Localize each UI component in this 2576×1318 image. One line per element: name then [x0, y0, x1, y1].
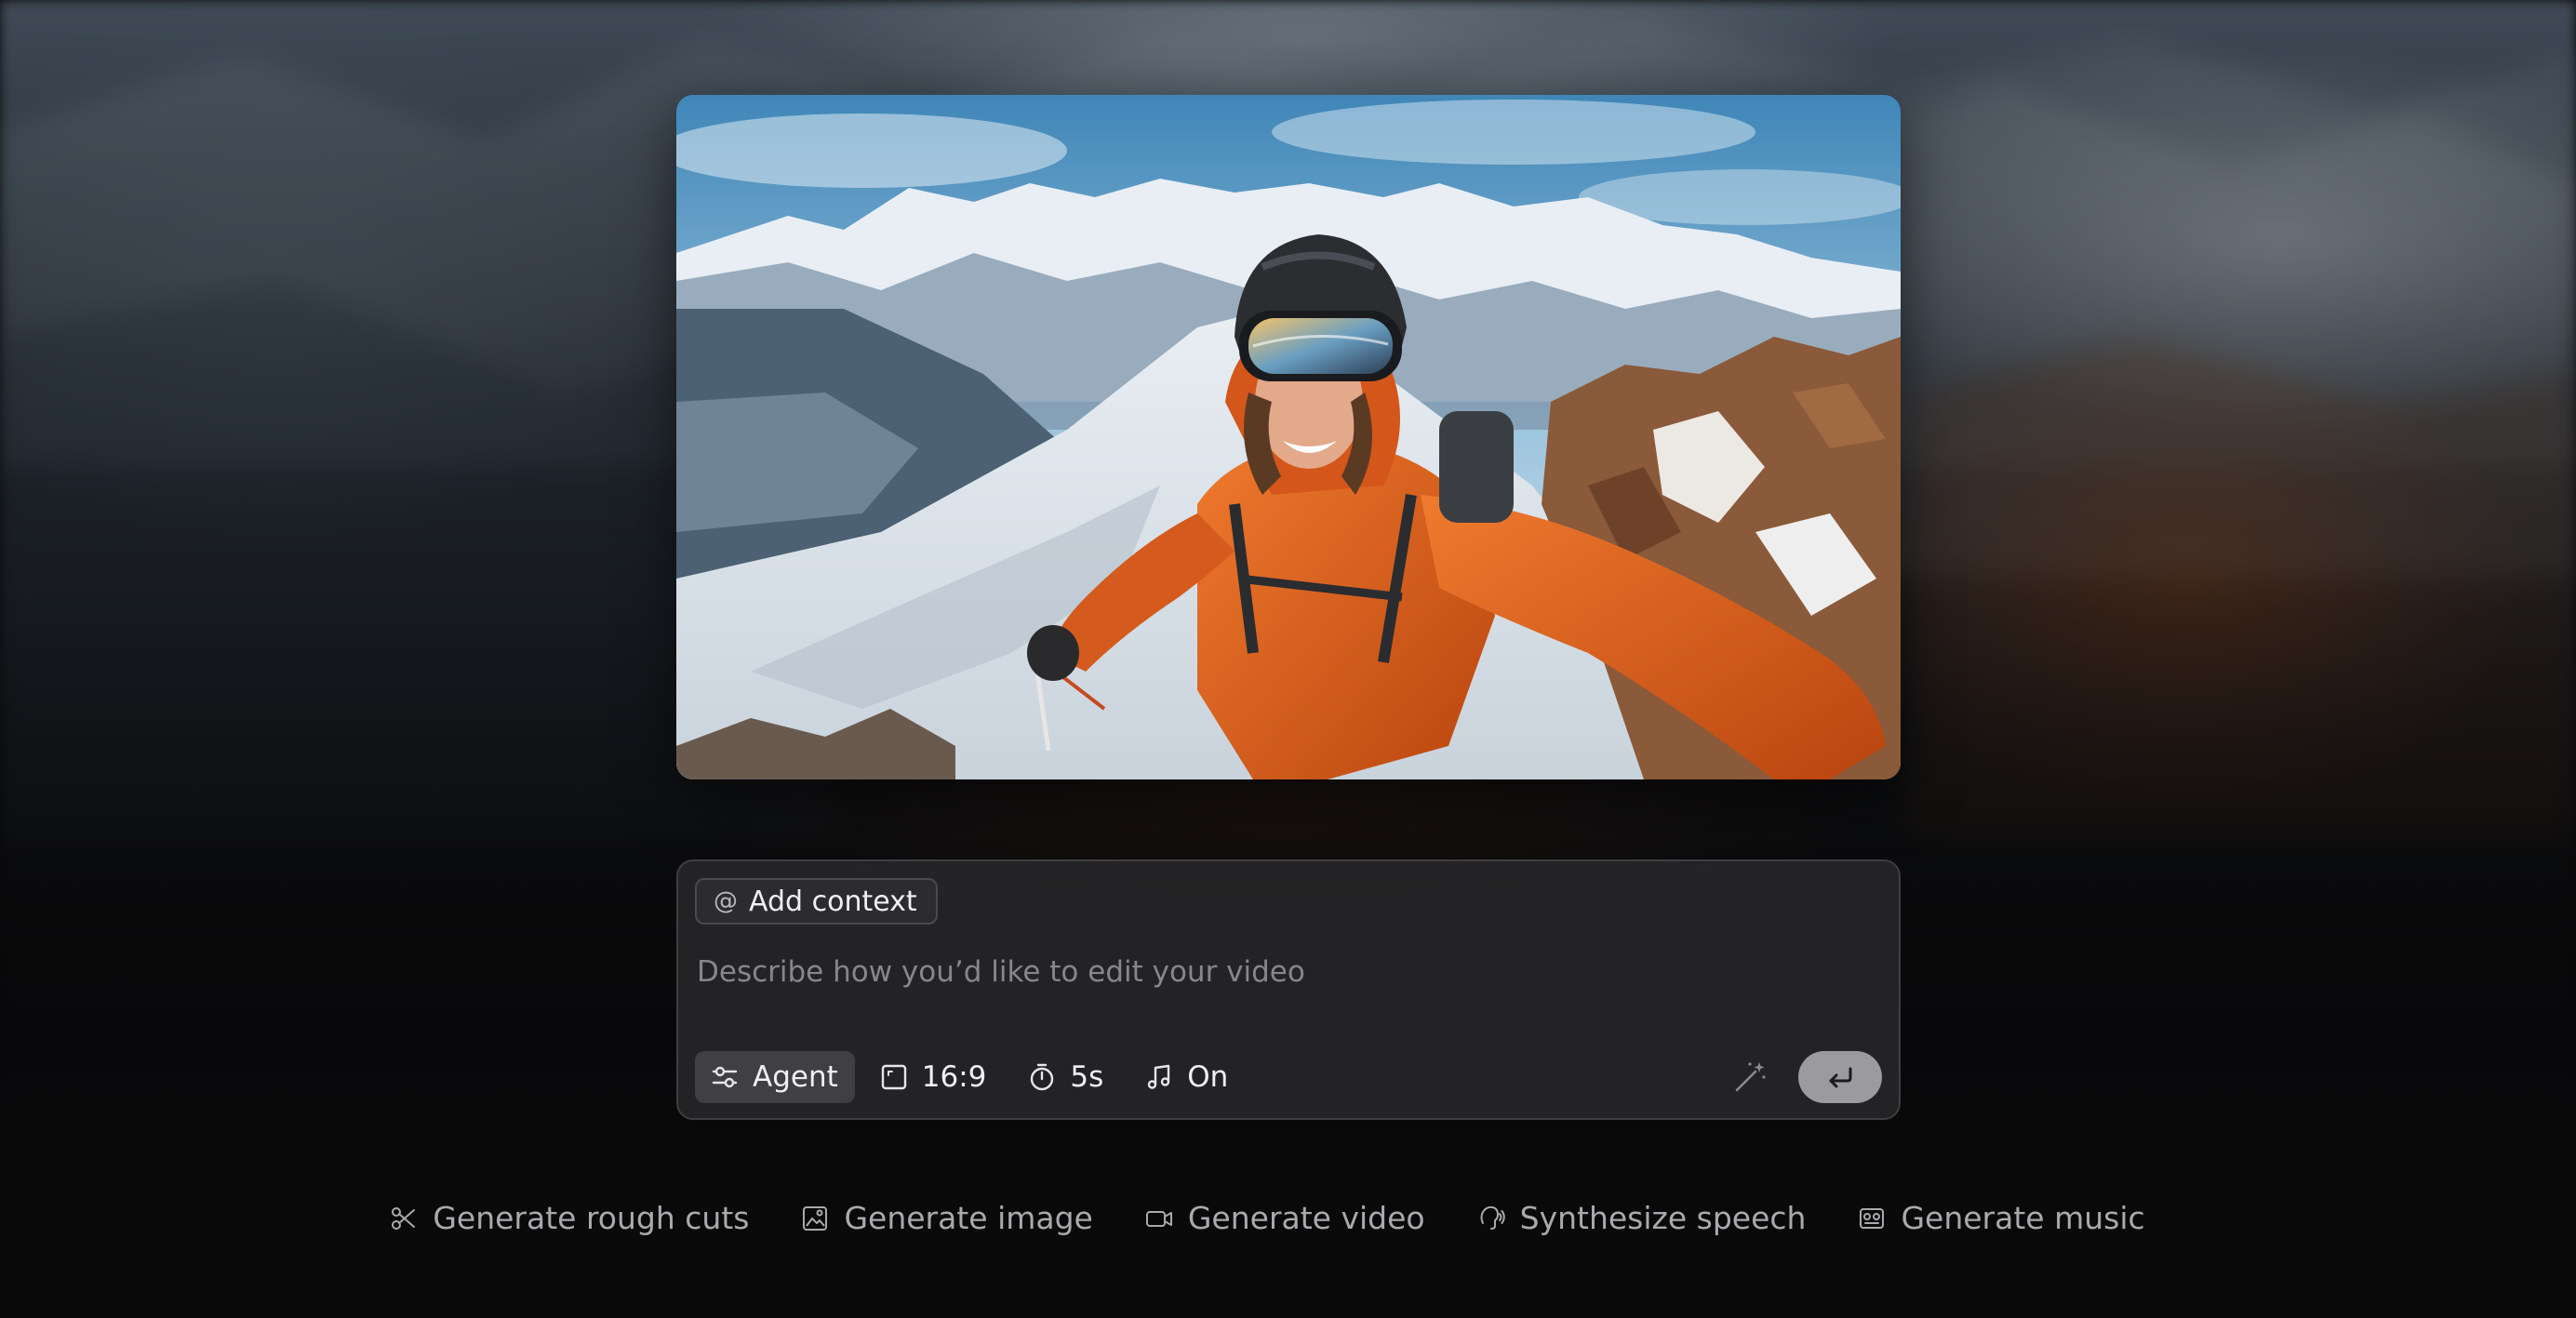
submit-button[interactable] — [1798, 1051, 1882, 1103]
suggestion-label: Synthesize speech — [1519, 1200, 1807, 1236]
aspect-ratio-icon — [881, 1064, 906, 1090]
enter-arrow-icon — [1829, 1067, 1852, 1088]
aspect-ratio-button[interactable]: 16:9 — [864, 1051, 1004, 1103]
at-icon: @ — [714, 887, 738, 915]
agent-mode-button[interactable]: Agent — [695, 1051, 855, 1103]
sliders-icon — [712, 1066, 738, 1088]
suggestion-label: Generate video — [1187, 1200, 1425, 1236]
suggestion-generate-rough-cuts[interactable]: Generate rough cuts — [390, 1200, 749, 1236]
suggestion-generate-video[interactable]: Generate video — [1145, 1200, 1425, 1236]
suggestion-generate-music[interactable]: Generate music — [1858, 1200, 2145, 1236]
add-context-label: Add context — [749, 885, 917, 918]
suggestion-generate-image[interactable]: Generate image — [801, 1200, 1093, 1236]
scissors-icon — [392, 1206, 416, 1230]
suggestion-label: Generate rough cuts — [433, 1200, 750, 1236]
suggestion-bar: Generate rough cuts Generate image Gener… — [0, 1200, 2556, 1236]
video-camera-icon — [1145, 1210, 1172, 1227]
audio-toggle-label: On — [1187, 1060, 1229, 1094]
music-box-icon — [1860, 1207, 1885, 1229]
prompt-composer: @ Add context Agent 16:9 — [676, 859, 1901, 1120]
app-stage: @ Add context Agent 16:9 — [0, 0, 2576, 1318]
audio-toggle-button[interactable]: On — [1129, 1051, 1245, 1103]
suggestion-label: Generate image — [844, 1200, 1093, 1236]
music-note-icon — [1148, 1064, 1170, 1089]
prompt-input[interactable] — [695, 943, 1880, 1001]
composer-toolbar: Agent 16:9 5s On — [695, 1051, 1245, 1103]
magic-wand-icon[interactable] — [1731, 1058, 1768, 1096]
suggestion-label: Generate music — [1901, 1200, 2145, 1236]
speech-icon — [1480, 1205, 1505, 1230]
image-icon — [803, 1205, 828, 1231]
video-preview[interactable] — [676, 95, 1901, 779]
agent-mode-label: Agent — [753, 1060, 838, 1094]
duration-button[interactable]: 5s — [1012, 1051, 1120, 1103]
skier-selfie-image — [676, 95, 1901, 779]
duration-label: 5s — [1070, 1060, 1104, 1094]
aspect-ratio-label: 16:9 — [921, 1060, 987, 1094]
timer-icon — [1031, 1063, 1054, 1091]
add-context-button[interactable]: @ Add context — [695, 878, 938, 925]
suggestion-synthesize-speech[interactable]: Synthesize speech — [1477, 1200, 1807, 1236]
